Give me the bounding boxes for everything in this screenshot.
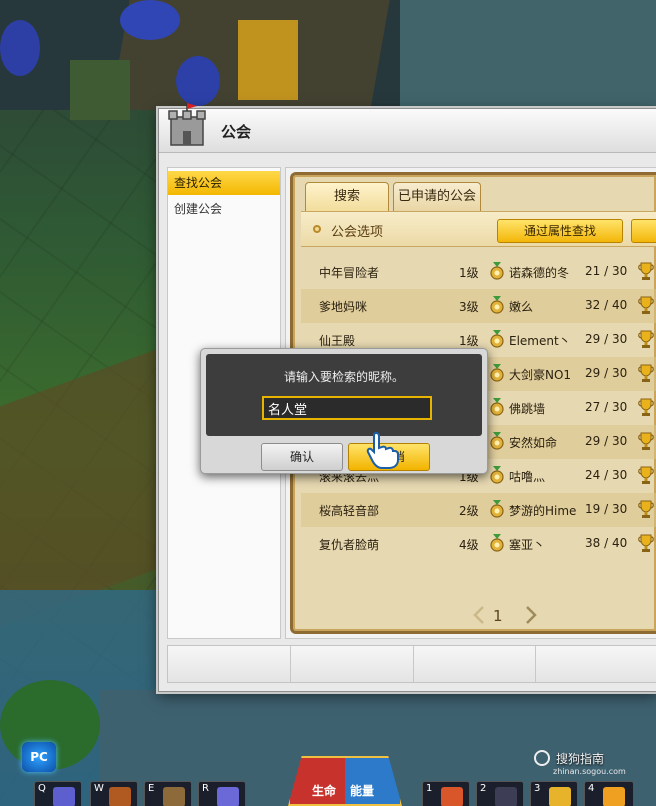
guild-level: 1级 — [459, 334, 479, 348]
trophy-icon[interactable] — [637, 499, 655, 519]
hotkey-slot[interactable]: E — [144, 781, 192, 806]
member-count: 29 / 30 — [585, 332, 628, 346]
guild-leader: 嫩么 — [509, 300, 534, 314]
hotkey-slot[interactable]: 2 — [476, 781, 524, 806]
guild-name: 复仇者脸萌 — [319, 538, 380, 552]
member-count: 24 / 30 — [585, 468, 628, 482]
member-count: 29 / 30 — [585, 434, 628, 448]
member-count: 21 / 30 — [585, 264, 628, 278]
medal-icon — [489, 262, 505, 280]
more-options-button[interactable] — [631, 219, 656, 243]
guild-level: 1级 — [459, 266, 479, 280]
guild-level: 3级 — [459, 300, 479, 314]
title-bar[interactable]: 公会 — [159, 103, 656, 153]
confirm-button[interactable]: 确认 — [261, 443, 343, 471]
member-count: 29 / 30 — [585, 366, 628, 380]
chevron-right-icon[interactable] — [523, 605, 539, 625]
medal-icon — [489, 398, 505, 416]
medal-icon — [489, 432, 505, 450]
guild-level: 2级 — [459, 504, 479, 518]
trophy-icon[interactable] — [637, 329, 655, 349]
guild-leader: 咕噜灬 — [509, 470, 546, 484]
sogou-logo-icon — [534, 750, 550, 766]
skill-icon — [603, 787, 625, 806]
skill-icon — [549, 787, 571, 806]
player-character — [70, 60, 130, 120]
trophy-icon[interactable] — [637, 397, 655, 417]
window-title: 公会 — [221, 123, 252, 141]
skill-icon — [441, 787, 463, 806]
guild-leader: 诺森德的冬 — [509, 266, 570, 280]
guild-name: 仙王殿 — [319, 334, 356, 348]
guild-name: 爹地妈咪 — [319, 300, 368, 314]
guild-row[interactable]: 中年冒险者 1级 诺森德的冬 21 / 30 — [301, 255, 656, 289]
guild-options-label: 公会选项 — [331, 225, 384, 240]
member-count: 27 / 30 — [585, 400, 628, 414]
bottom-slot[interactable] — [168, 646, 291, 682]
member-count: 32 / 40 — [585, 298, 628, 312]
watermark-brand: 搜狗指南 — [556, 752, 605, 766]
castle-icon — [168, 103, 206, 146]
trophy-icon[interactable] — [637, 363, 655, 383]
dialog-body: 请输入要检索的昵称。 — [206, 354, 482, 436]
hotkey-slot[interactable]: R — [198, 781, 246, 806]
hotkey-slot[interactable]: 1 — [422, 781, 470, 806]
tab-search[interactable]: 搜索 — [305, 182, 389, 212]
bullet-icon — [313, 225, 321, 233]
pc-badge[interactable]: PC — [22, 742, 56, 772]
medal-icon — [489, 534, 505, 552]
guild-leader: 塞亚丶 — [509, 538, 546, 552]
medal-icon — [489, 330, 505, 348]
bottom-slot[interactable] — [291, 646, 414, 682]
bottom-slot[interactable] — [414, 646, 537, 682]
skill-icon — [217, 787, 239, 806]
chevron-left-icon[interactable] — [471, 605, 487, 625]
medal-icon — [489, 296, 505, 314]
trophy-icon[interactable] — [637, 533, 655, 553]
member-count: 19 / 30 — [585, 502, 628, 516]
search-by-attribute-button[interactable]: 通过属性查找 — [497, 219, 623, 243]
guild-row[interactable]: 桜高轻音部 2级 梦游的Hime 19 / 30 — [301, 493, 656, 527]
page-number: 1 — [493, 607, 503, 625]
skill-icon — [109, 787, 131, 806]
trophy-icon[interactable] — [637, 295, 655, 315]
nickname-search-dialog: 请输入要检索的昵称。 确认 消 — [200, 348, 488, 474]
guild-leader: 梦游的Hime — [509, 504, 577, 518]
guild-name: 中年冒险者 — [319, 266, 380, 280]
sidebar-item-find-guild[interactable]: 查找公会 — [168, 171, 280, 195]
medal-icon — [489, 364, 505, 382]
bottom-button-bar — [167, 645, 656, 683]
guild-options-bar: 公会选项 通过属性查找 — [301, 211, 656, 247]
skill-icon — [163, 787, 185, 806]
nickname-input[interactable] — [262, 396, 432, 420]
sidebar-item-create-guild[interactable]: 创建公会 — [168, 197, 280, 221]
bottom-slot[interactable] — [536, 646, 656, 682]
guild-leader: 安然如命 — [509, 436, 558, 450]
guild-leader: Element丶 — [509, 334, 571, 348]
medal-icon — [489, 500, 505, 518]
guild-row[interactable]: 爹地妈咪 3级 嫩么 32 / 40 — [301, 289, 656, 323]
skill-icon — [495, 787, 517, 806]
hotkey-slot[interactable]: W — [90, 781, 138, 806]
watermark-url: zhinan.sogou.com — [553, 767, 626, 776]
trophy-icon[interactable] — [637, 465, 655, 485]
hotkey-slot[interactable]: 4 — [584, 781, 634, 806]
hand-cursor-icon — [366, 431, 399, 469]
guild-name: 桜高轻音部 — [319, 504, 380, 518]
hotkey-slot[interactable]: Q — [34, 781, 82, 806]
trophy-icon[interactable] — [637, 431, 655, 451]
medal-icon — [489, 466, 505, 484]
dialog-prompt: 请输入要检索的昵称。 — [283, 370, 404, 384]
hotkey-slot[interactable]: 3 — [530, 781, 578, 806]
guild-leader: 佛跳墙 — [509, 402, 546, 416]
tab-applied-guilds[interactable]: 已申请的公会 — [393, 182, 481, 212]
member-count: 38 / 40 — [585, 536, 628, 550]
guild-row[interactable]: 复仇者脸萌 4级 塞亚丶 38 / 40 — [301, 527, 656, 561]
skill-icon — [53, 787, 75, 806]
trophy-icon[interactable] — [637, 261, 655, 281]
skill-hotbar: Q W E R 1 2 3 4 — [0, 778, 656, 806]
guild-level: 4级 — [459, 538, 479, 552]
guild-leader: 大剑豪NO1 — [509, 368, 572, 382]
